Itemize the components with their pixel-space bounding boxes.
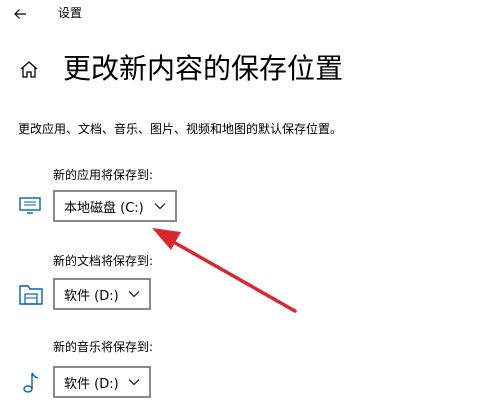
music-drive-dropdown[interactable]: 软件 (D:)	[53, 366, 151, 398]
monitor-icon	[19, 197, 41, 214]
back-arrow-icon	[14, 9, 26, 19]
apps-drive-dropdown[interactable]: 本地磁盘 (C:)	[53, 190, 177, 222]
documents-drive-value: 软件 (D:)	[64, 288, 119, 304]
page-description: 更改应用、文档、音乐、图片、视频和地图的默认保存位置。	[18, 122, 343, 136]
back-button[interactable]	[6, 0, 34, 28]
chevron-down-icon	[154, 203, 166, 210]
home-icon[interactable]	[17, 58, 41, 82]
music-save-label: 新的音乐将保存到:	[53, 340, 154, 354]
apps-save-label: 新的应用将保存到:	[53, 168, 154, 182]
documents-drive-dropdown[interactable]: 软件 (D:)	[53, 278, 151, 310]
window-title: 设置	[58, 6, 83, 20]
chevron-down-icon	[128, 379, 140, 386]
page-title: 更改新内容的保存位置	[63, 52, 344, 85]
folder-icon	[19, 285, 43, 305]
documents-save-label: 新的文档将保存到:	[53, 254, 154, 268]
chevron-down-icon	[128, 291, 140, 298]
apps-drive-value: 本地磁盘 (C:)	[64, 200, 144, 216]
music-note-icon	[23, 372, 39, 393]
music-drive-value: 软件 (D:)	[64, 376, 119, 392]
